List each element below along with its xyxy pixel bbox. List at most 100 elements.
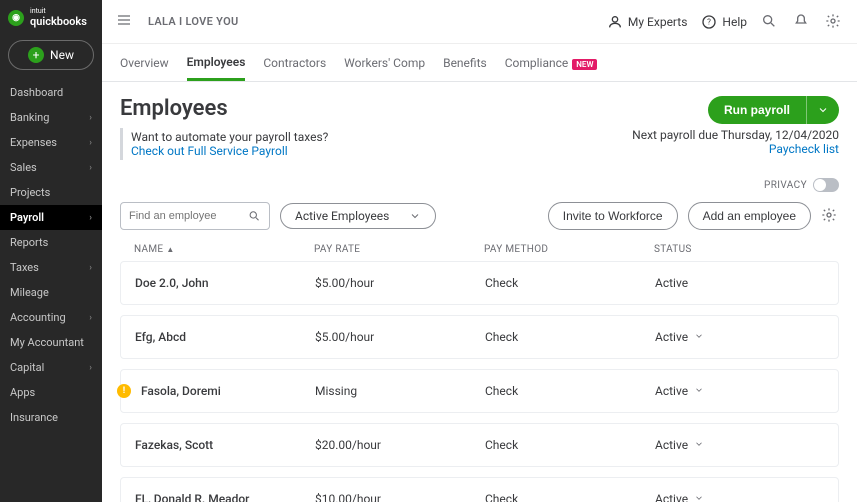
sidebar-item-projects[interactable]: Projects (0, 180, 102, 205)
tab-benefits[interactable]: Benefits (443, 46, 487, 79)
table-row[interactable]: !Fasola, DoremiMissingCheckActive (120, 369, 839, 413)
chevron-down-icon (694, 493, 704, 502)
chevron-down-icon (694, 439, 704, 452)
status-dropdown[interactable]: Active (655, 384, 704, 398)
chevron-down-icon (694, 385, 704, 398)
search-input[interactable] (129, 210, 248, 222)
sidebar-item-taxes[interactable]: Taxes› (0, 255, 102, 280)
pay-rate: $5.00/hour (315, 330, 485, 344)
pay-rate: $5.00/hour (315, 276, 485, 290)
svg-text:?: ? (708, 17, 712, 26)
tab-compliance[interactable]: ComplianceNEW (505, 46, 598, 79)
table-body: Doe 2.0, John$5.00/hourCheckActiveEfg, A… (120, 261, 839, 502)
col-status-header[interactable]: STATUS (654, 244, 825, 255)
pay-method: Check (485, 276, 655, 290)
person-icon (607, 14, 623, 30)
run-payroll-button[interactable]: Run payroll (708, 96, 806, 124)
run-payroll-group: Run payroll (708, 96, 839, 124)
company-name: LALA I LOVE YOU (148, 15, 238, 28)
add-employee-button[interactable]: Add an employee (688, 202, 811, 230)
tab-overview[interactable]: Overview (120, 46, 169, 79)
sidebar-item-capital[interactable]: Capital› (0, 355, 102, 380)
search-icon[interactable] (248, 209, 261, 223)
sidebar-item-insurance[interactable]: Insurance (0, 405, 102, 430)
sidebar-item-banking[interactable]: Banking› (0, 105, 102, 130)
sort-asc-icon: ▲ (166, 245, 174, 254)
sidebar-item-reports[interactable]: Reports (0, 230, 102, 255)
bell-icon[interactable] (793, 13, 811, 31)
sidebar-item-dashboard[interactable]: Dashboard (0, 80, 102, 105)
sidebar-item-expenses[interactable]: Expenses› (0, 130, 102, 155)
col-method-header[interactable]: PAY METHOD (484, 244, 654, 255)
tab-employees[interactable]: Employees (187, 45, 246, 81)
employee-name: Fazekas, Scott (135, 438, 213, 452)
employee-name: Doe 2.0, John (135, 276, 209, 290)
chevron-down-icon (817, 104, 829, 116)
table-row[interactable]: FL, Donald R. Meador $10.00/hourCheckActi… (120, 477, 839, 502)
full-service-link[interactable]: Check out Full Service Payroll (131, 144, 328, 158)
new-button[interactable]: + New (8, 40, 94, 70)
privacy-row: PRIVACY (120, 178, 839, 192)
employee-name: Fasola, Doremi (141, 384, 221, 398)
sidebar-nav: DashboardBanking›Expenses›Sales›Projects… (0, 80, 102, 430)
col-rate-header[interactable]: PAY RATE (314, 244, 484, 255)
table-header: NAME▲ PAY RATE PAY METHOD STATUS (120, 238, 839, 261)
pay-method: Check (485, 330, 655, 344)
tab-workers-comp[interactable]: Workers' Comp (344, 46, 425, 79)
col-name-header[interactable]: NAME▲ (134, 244, 314, 255)
plus-icon: + (28, 47, 44, 63)
employee-name: Efg, Abcd (135, 330, 186, 344)
chevron-down-icon (409, 210, 421, 222)
page-title: Employees (120, 96, 228, 121)
sidebar-item-payroll[interactable]: Payroll› (0, 205, 102, 230)
run-payroll-dropdown[interactable] (806, 96, 839, 124)
privacy-toggle[interactable] (813, 178, 839, 192)
invite-workforce-button[interactable]: Invite to Workforce (548, 202, 678, 230)
warning-icon: ! (117, 384, 131, 398)
pay-rate: $20.00/hour (315, 438, 485, 452)
status-cell: Active (655, 438, 824, 452)
brand-logo-icon: ◉ (8, 10, 24, 26)
sidebar-item-accounting[interactable]: Accounting› (0, 305, 102, 330)
sidebar-item-mileage[interactable]: Mileage (0, 280, 102, 305)
menu-icon[interactable] (116, 12, 134, 32)
page-content: Employees Run payroll Want to automate y… (102, 82, 857, 502)
my-experts-link[interactable]: My Experts (607, 14, 687, 30)
brand: ◉ intuit quickbooks (0, 0, 102, 34)
paycheck-list-link[interactable]: Paycheck list (632, 142, 839, 156)
table-row[interactable]: Efg, Abcd $5.00/hourCheckActive (120, 315, 839, 359)
status-cell: Active (655, 384, 824, 398)
gear-icon[interactable] (825, 13, 843, 31)
sidebar-item-sales[interactable]: Sales› (0, 155, 102, 180)
status-dropdown[interactable]: Active (655, 330, 704, 344)
brand-name: intuit quickbooks (30, 8, 87, 28)
pay-method: Check (485, 492, 655, 502)
automate-callout: Want to automate your payroll taxes? Che… (120, 128, 328, 160)
status-cell: Active (655, 492, 824, 502)
chevron-right-icon: › (89, 213, 92, 223)
table-settings-icon[interactable] (821, 207, 839, 225)
search-input-wrapper (120, 202, 270, 230)
chevron-right-icon: › (89, 313, 92, 323)
chevron-right-icon: › (89, 363, 92, 373)
sidebar: ◉ intuit quickbooks + New DashboardBanki… (0, 0, 102, 502)
chevron-right-icon: › (89, 113, 92, 123)
tab-contractors[interactable]: Contractors (263, 46, 326, 79)
pay-rate: $10.00/hour (315, 492, 485, 502)
topbar: LALA I LOVE YOU My Experts ? Help (102, 0, 857, 44)
help-link[interactable]: ? Help (701, 14, 747, 30)
status-dropdown[interactable]: Active (655, 492, 704, 502)
table-row[interactable]: Fazekas, Scott$20.00/hourCheckActive (120, 423, 839, 467)
search-icon[interactable] (761, 13, 779, 31)
status-cell: Active (655, 330, 824, 344)
status-cell: Active (655, 276, 824, 290)
pay-rate: Missing (315, 384, 485, 398)
sidebar-item-my-accountant[interactable]: My Accountant (0, 330, 102, 355)
employee-filter-dropdown[interactable]: Active Employees (280, 203, 436, 229)
employee-name: FL, Donald R. Meador (135, 492, 249, 502)
help-icon: ? (701, 14, 717, 30)
status-dropdown[interactable]: Active (655, 438, 704, 452)
table-row[interactable]: Doe 2.0, John $5.00/hourCheckActive (120, 261, 839, 305)
sidebar-item-apps[interactable]: Apps (0, 380, 102, 405)
main: LALA I LOVE YOU My Experts ? Help (102, 0, 857, 502)
